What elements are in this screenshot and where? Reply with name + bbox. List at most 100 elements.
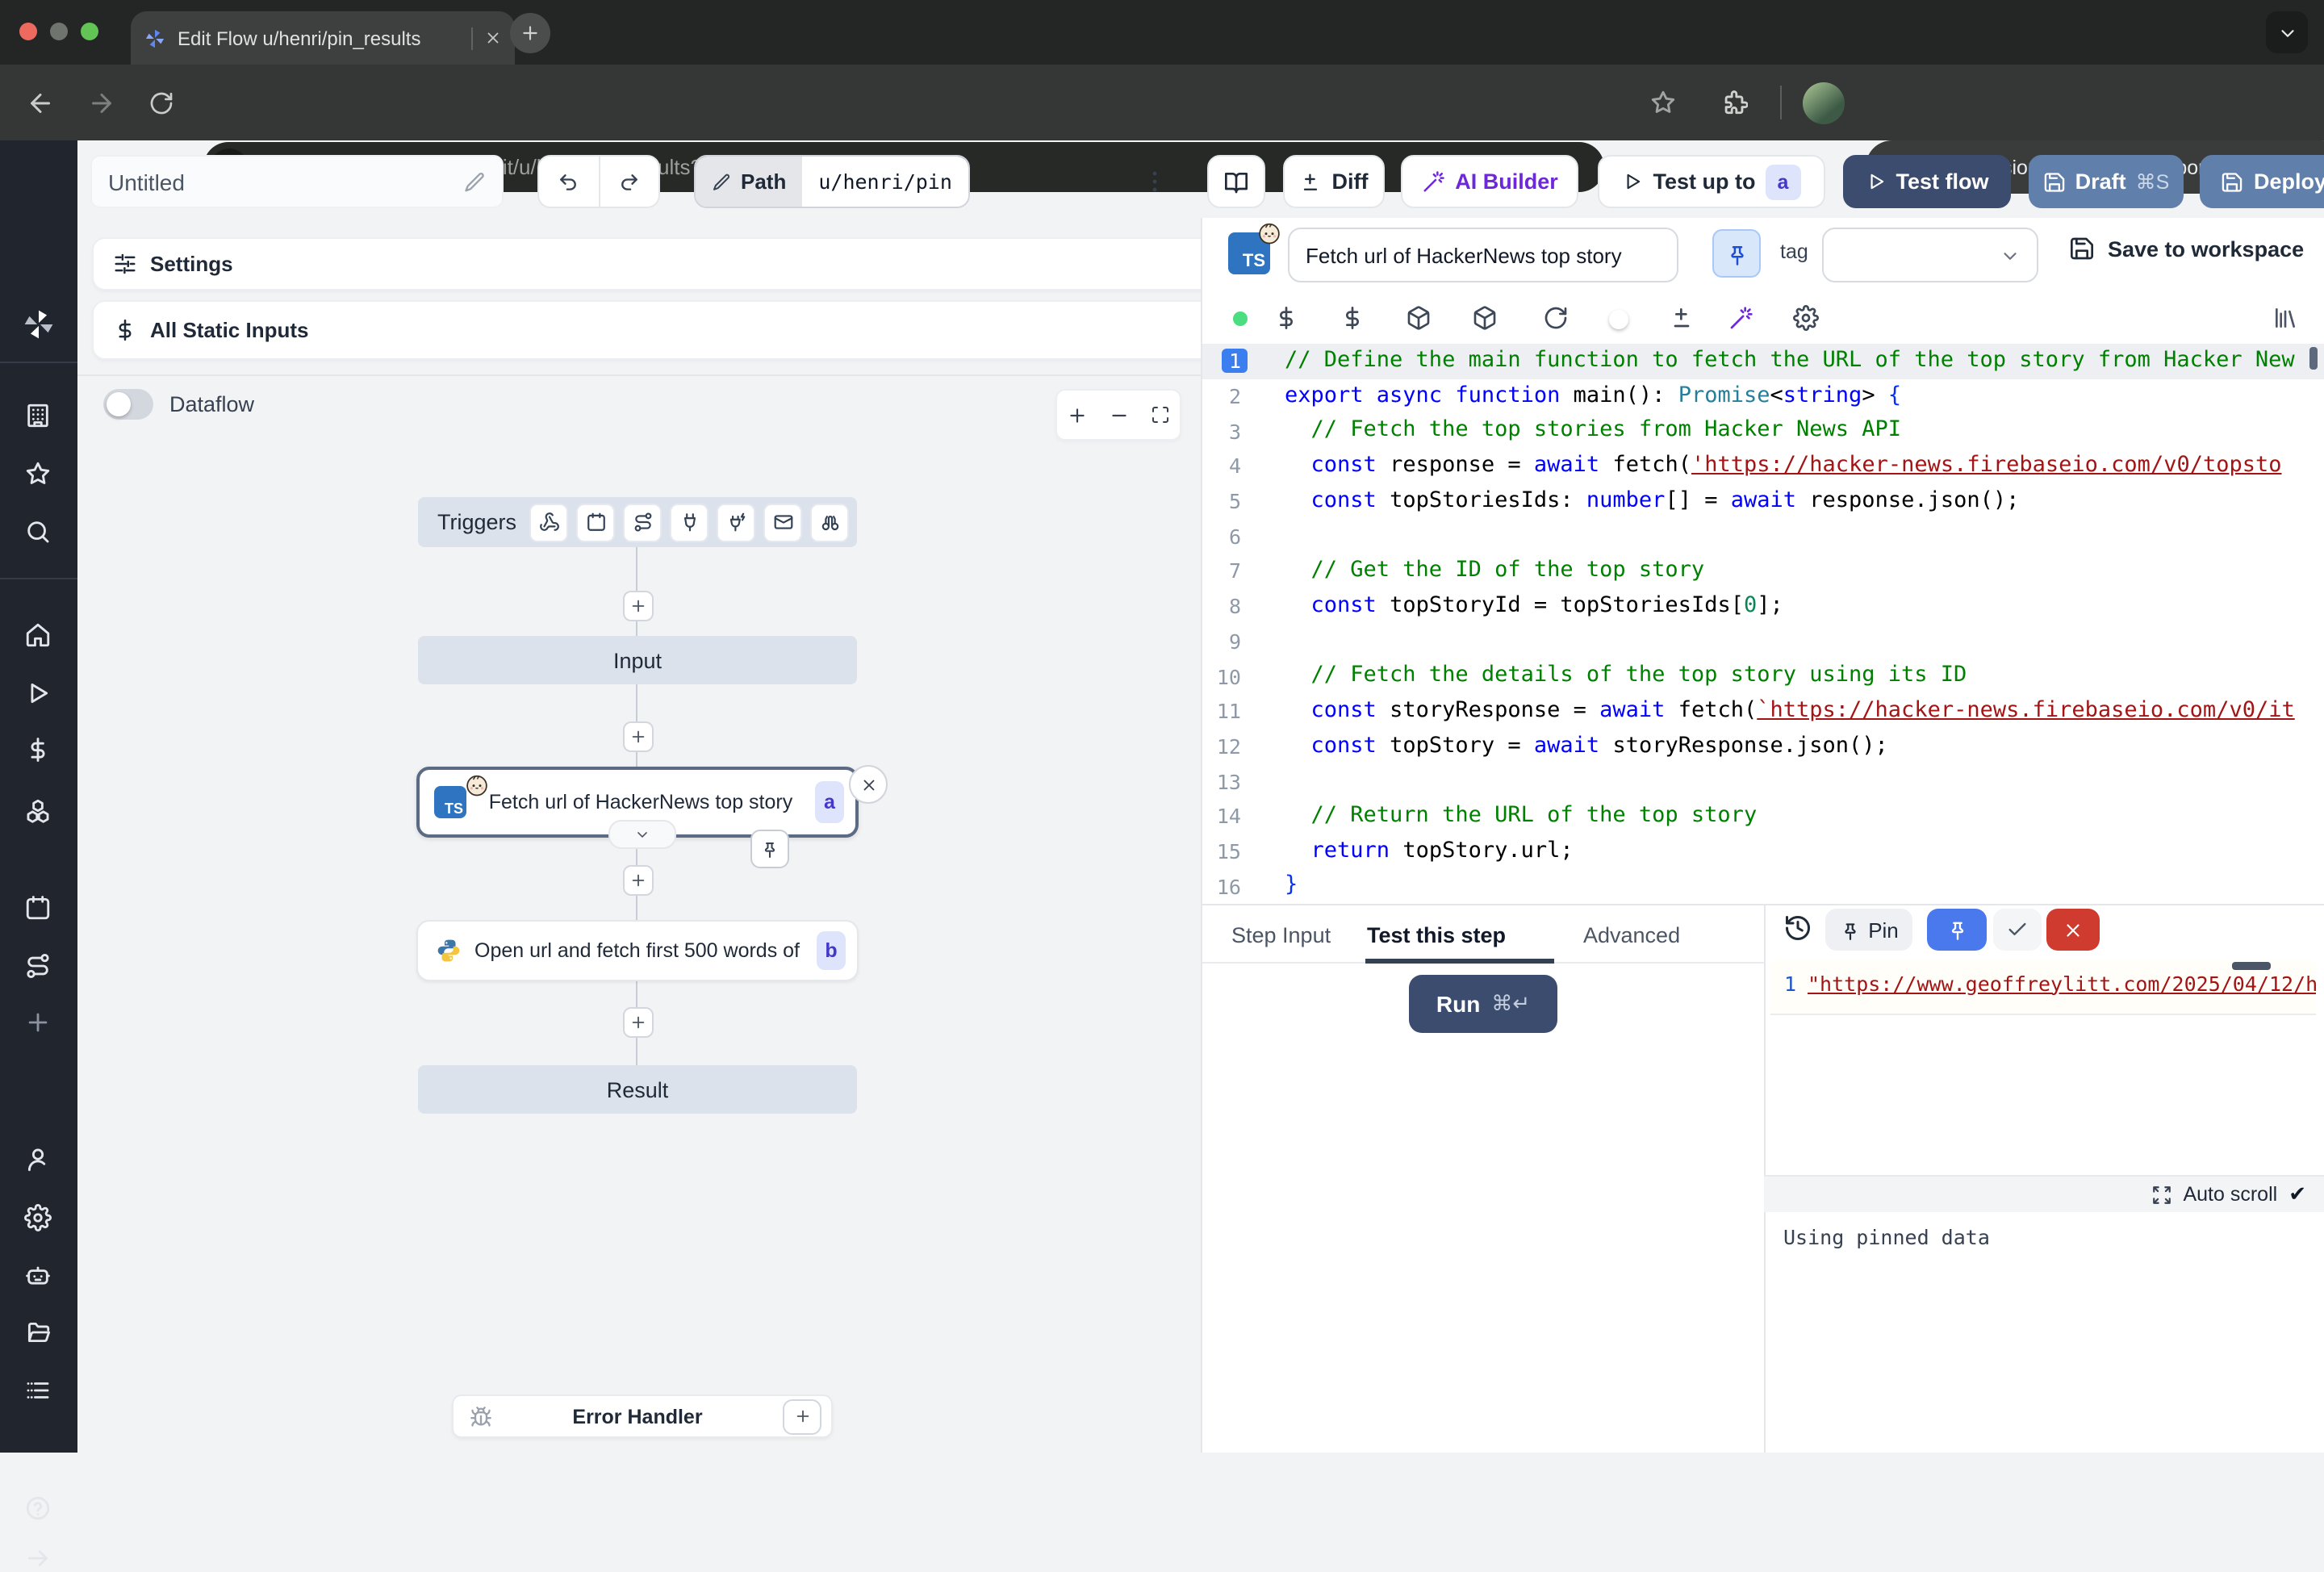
pin-step-button[interactable] — [1712, 229, 1761, 278]
code-line[interactable]: 4 const response = await fetch('https://… — [1202, 449, 2324, 483]
save-to-workspace-button[interactable]: Save to workspace — [2069, 236, 2304, 261]
tab-step-input[interactable]: Step Input — [1231, 923, 1331, 947]
gear-icon[interactable] — [1793, 305, 1819, 331]
tab-advanced[interactable]: Advanced — [1583, 923, 1680, 947]
undo-button[interactable] — [539, 170, 598, 193]
tag-select[interactable] — [1822, 228, 2038, 282]
sidebar-item-help[interactable] — [24, 1495, 52, 1522]
back-icon[interactable] — [26, 89, 55, 118]
zoom-window-button[interactable] — [81, 23, 98, 40]
code-line[interactable]: 15 return topStory.url; — [1202, 834, 2324, 868]
bookmark-star-icon[interactable] — [1649, 89, 1677, 116]
sidebar-item-resources[interactable] — [24, 797, 52, 825]
code-line[interactable]: 3 // Fetch the top stories from Hacker N… — [1202, 414, 2324, 449]
reload-icon[interactable] — [148, 90, 174, 116]
tab-close-icon[interactable] — [484, 29, 502, 47]
trigger-calendar-button[interactable] — [576, 503, 615, 541]
docs-button[interactable] — [1207, 155, 1265, 208]
code-line[interactable]: 5 const topStoriesIds: number[] = await … — [1202, 484, 2324, 519]
path-group[interactable]: Path u/henri/pin — [694, 155, 970, 208]
trigger-plug-zap-button[interactable] — [717, 503, 755, 541]
reload-icon[interactable] — [1543, 305, 1569, 331]
add-step-button[interactable] — [623, 865, 654, 896]
triggers-node[interactable]: Triggers — [418, 497, 857, 547]
sidebar-item-settings[interactable] — [24, 1204, 52, 1231]
add-error-handler-button[interactable] — [783, 1398, 821, 1434]
step-node-a[interactable]: TS Fetch url of HackerNews top story a — [416, 767, 859, 838]
trigger-route-button[interactable] — [623, 503, 662, 541]
test-flow-button[interactable]: Test flow — [1843, 155, 2011, 208]
snippet-scrollbar[interactable] — [2232, 962, 2271, 970]
history-icon[interactable] — [1783, 914, 1812, 943]
all-static-inputs-bar[interactable]: All Static Inputs — [92, 300, 1228, 360]
ai-wand-icon[interactable] — [1728, 305, 1754, 331]
pinned-indicator[interactable] — [750, 830, 789, 868]
deploy-button[interactable]: Deploy — [2200, 155, 2324, 208]
expand-icon[interactable] — [2151, 1184, 2171, 1205]
sidebar-item-runs[interactable] — [24, 679, 52, 707]
code-line[interactable]: 8 const topStoryId = topStoriesIds[0]; — [1202, 589, 2324, 624]
more-options-kebab-icon[interactable] — [1141, 168, 1168, 195]
flow-name-field[interactable]: Untitled — [90, 155, 504, 208]
trigger-binoculars-button[interactable] — [810, 503, 849, 541]
sidebar-item-logs[interactable] — [24, 1377, 52, 1404]
accept-button[interactable] — [1993, 909, 2042, 951]
close-window-button[interactable] — [19, 23, 37, 40]
tab-test-this-step[interactable]: Test this step — [1367, 923, 1506, 947]
sidebar-item-add[interactable] — [24, 1009, 52, 1036]
code-line[interactable]: 6 — [1202, 519, 2324, 554]
sidebar-item-favorites[interactable] — [24, 460, 52, 487]
flow-settings-bar[interactable]: Settings — [92, 237, 1228, 291]
sidebar-item-search[interactable] — [24, 518, 52, 546]
fit-view-icon[interactable] — [1150, 405, 1169, 424]
add-step-button[interactable] — [623, 1007, 654, 1038]
windmill-logo-icon[interactable] — [21, 307, 56, 342]
package-icon[interactable] — [1406, 305, 1432, 331]
pinned-active-button[interactable] — [1927, 909, 1987, 951]
code-line[interactable]: 11 const storyResponse = await fetch(`ht… — [1202, 694, 2324, 729]
tab-search-button[interactable] — [2266, 11, 2308, 53]
variables-dollar-icon[interactable] — [1273, 305, 1299, 331]
editor-scrollbar[interactable] — [2309, 347, 2318, 370]
add-step-button[interactable] — [623, 591, 654, 621]
library-icon[interactable] — [2272, 305, 2298, 331]
sidebar-item-variables[interactable] — [24, 736, 52, 763]
code-line[interactable]: 13 — [1202, 764, 2324, 799]
add-step-button[interactable] — [623, 721, 654, 752]
code-line[interactable]: 1// Define the main function to fetch th… — [1202, 344, 2324, 378]
code-line[interactable]: 9 — [1202, 624, 2324, 658]
expand-step-button[interactable] — [608, 820, 676, 849]
draft-button[interactable]: Draft ⌘S — [2029, 155, 2184, 208]
test-up-to-step-badge[interactable]: a — [1766, 164, 1801, 199]
profile-avatar[interactable] — [1803, 82, 1845, 124]
zoom-out-icon[interactable] — [1109, 404, 1130, 425]
sidebar-item-schedules[interactable] — [24, 894, 52, 922]
trigger-mail-button[interactable] — [763, 503, 802, 541]
code-line[interactable]: 10 // Fetch the details of the top story… — [1202, 658, 2324, 693]
code-line[interactable]: 16} — [1202, 869, 2324, 904]
resources-dollar-icon[interactable] — [1340, 305, 1365, 331]
trigger-plug-button[interactable] — [670, 503, 708, 541]
package-icon[interactable] — [1472, 305, 1498, 331]
auto-scroll-checkbox[interactable]: ✔ — [2288, 1181, 2306, 1207]
close-pinned-button[interactable] — [2046, 909, 2100, 951]
sidebar-item-user[interactable] — [24, 1146, 52, 1173]
diff-button[interactable]: Diff — [1283, 155, 1385, 208]
path-button[interactable]: Path — [696, 157, 802, 207]
sidebar-item-folders[interactable] — [24, 1319, 52, 1346]
code-editor[interactable]: 1// Define the main function to fetch th… — [1202, 344, 2324, 904]
minimize-window-button[interactable] — [50, 23, 68, 40]
result-node[interactable]: Result — [418, 1065, 857, 1114]
ai-builder-button[interactable]: AI Builder — [1401, 155, 1578, 208]
code-line[interactable]: 7 // Get the ID of the top story — [1202, 554, 2324, 588]
redo-button[interactable] — [600, 170, 658, 193]
forward-icon[interactable] — [87, 89, 116, 118]
dataflow-toggle[interactable] — [103, 389, 153, 420]
sidebar-item-home[interactable] — [24, 621, 52, 649]
step-title-input[interactable] — [1288, 228, 1678, 282]
step-node-b[interactable]: Open url and fetch first 500 words of ..… — [416, 920, 859, 981]
sidebar-item-workspace[interactable] — [24, 402, 52, 429]
plus-minus-icon[interactable] — [1669, 305, 1695, 331]
zoom-in-icon[interactable] — [1068, 404, 1089, 425]
code-line[interactable]: 12 const topStory = await storyResponse.… — [1202, 729, 2324, 763]
